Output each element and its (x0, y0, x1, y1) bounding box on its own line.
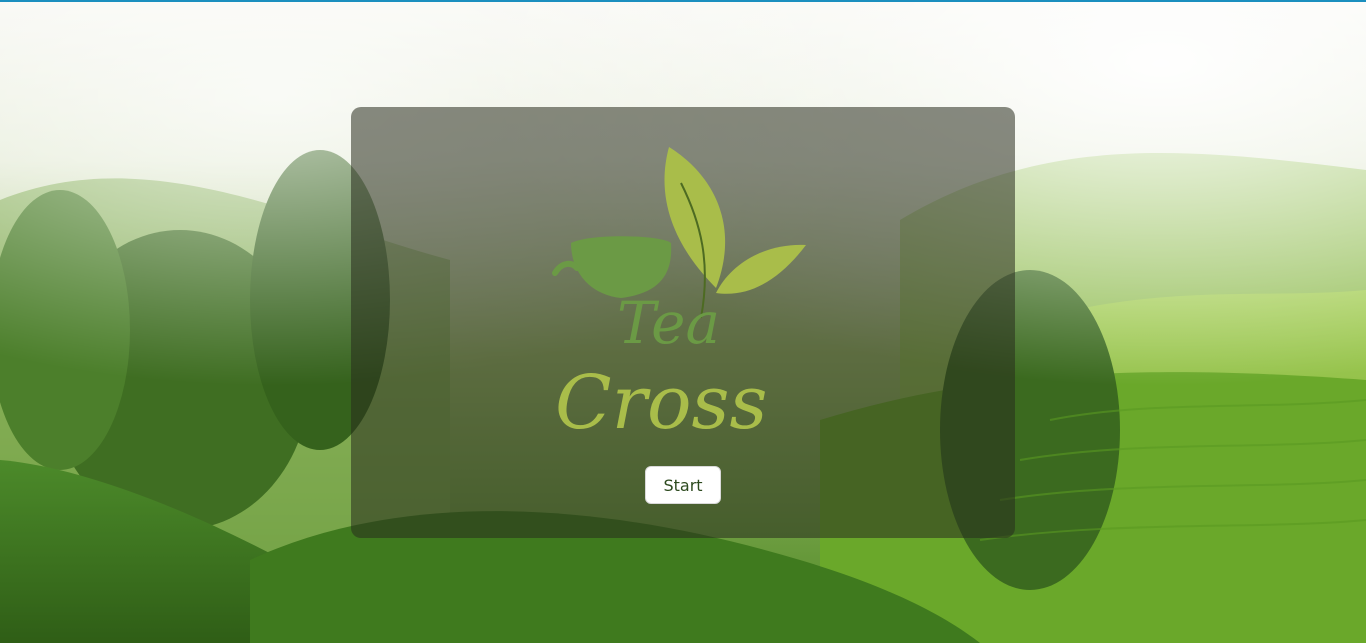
welcome-card: Tea Cross Start (351, 107, 1015, 538)
top-accent-bar (0, 0, 1366, 2)
logo-text-tea: Tea (617, 289, 720, 357)
logo-text-cross: Cross (555, 360, 768, 443)
start-button[interactable]: Start (645, 466, 721, 504)
tea-cross-logo: Tea Cross (552, 147, 806, 443)
leaf-icon (716, 244, 806, 294)
page: Tea Cross Start (0, 0, 1366, 643)
